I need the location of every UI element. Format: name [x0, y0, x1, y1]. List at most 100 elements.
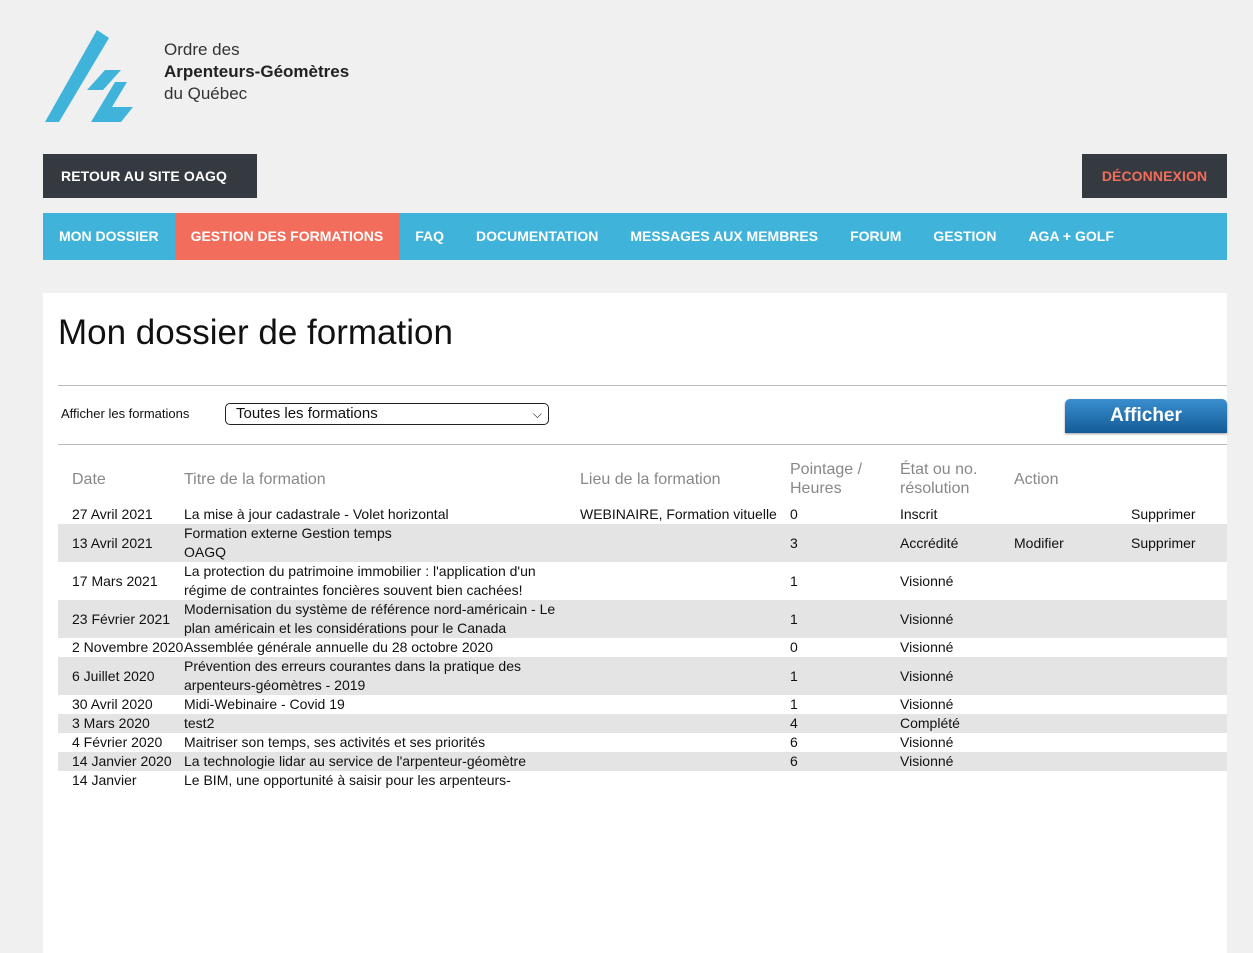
logo-line-3: du Québec	[164, 84, 248, 103]
cell-titre: Maitriser son temps, ses activités et se…	[184, 734, 486, 750]
cell-delete	[1131, 714, 1227, 733]
cell-etat: Accrédité	[900, 524, 1014, 562]
cell-titre: Midi-Webinaire - Covid 19	[184, 696, 345, 712]
modify-link[interactable]: Modifier	[1014, 524, 1131, 562]
cell-delete	[1131, 657, 1227, 695]
cell-titre: La protection du patrimoine immobilier :…	[184, 563, 536, 598]
cell-pointage: 0	[790, 506, 798, 522]
cell-pointage: 4	[790, 714, 900, 733]
table-row: 23 Février 2021 Modernisation du système…	[58, 600, 1227, 638]
cell-pointage: 3	[790, 524, 900, 562]
nav-item-messages-aux-membres[interactable]: MESSAGES AUX MEMBRES	[614, 213, 834, 260]
cell-lieu	[580, 562, 790, 600]
cell-etat: Visionné	[900, 572, 954, 589]
header-titre: Titre de la formation	[184, 470, 326, 488]
cell-lieu	[580, 733, 790, 752]
cell-pointage: 1	[790, 572, 798, 589]
cell-lieu	[580, 638, 790, 657]
cell-pointage: 0	[790, 639, 798, 655]
cell-lieu	[580, 524, 790, 562]
cell-delete	[1131, 562, 1227, 600]
logo-wordmark: Ordre des Arpenteurs-Géomètres du Québec	[164, 39, 349, 105]
cell-etat: Visionné	[900, 734, 954, 750]
header-lieu: Lieu de la formation	[580, 470, 721, 488]
cell-etat: Visionné	[900, 600, 1014, 638]
nav-item-forum[interactable]: FORUM	[834, 213, 917, 260]
cell-etat: Visionné	[900, 639, 954, 655]
cell-titre: La mise à jour cadastrale - Volet horizo…	[184, 506, 449, 522]
show-button[interactable]: Afficher	[1065, 399, 1227, 433]
cell-action	[1014, 600, 1131, 638]
cell-titre: Formation externe Gestion temps OAGQ	[184, 524, 580, 562]
cell-delete	[1131, 752, 1227, 771]
cell-etat: Visionné	[900, 752, 1014, 771]
divider	[58, 385, 1227, 386]
cell-delete	[1131, 733, 1227, 752]
cell-date: 3 Mars 2020	[58, 714, 184, 733]
nav-item-aga-golf[interactable]: AGA + GOLF	[1012, 213, 1129, 260]
table-row: 6 Juillet 2020 Prévention des erreurs co…	[58, 657, 1227, 695]
chevron-down-icon: ⌵	[532, 407, 542, 421]
cell-etat: Visionné	[900, 657, 1014, 695]
cell-delete	[1131, 600, 1227, 638]
cell-titre: Prévention des erreurs courantes dans la…	[184, 657, 580, 695]
cell-date: 4 Février 2020	[72, 734, 163, 750]
formations-filter-select[interactable]: Toutes les formations ⌵	[225, 403, 549, 425]
cell-pointage: 6	[790, 734, 798, 750]
table-row: 2 Novembre 2020 Assemblée générale annue…	[58, 638, 1227, 657]
cell-action	[1014, 714, 1131, 733]
nav-item-mon-dossier[interactable]: MON DOSSIER	[43, 213, 175, 260]
cell-date: 2 Novembre 2020	[72, 639, 184, 655]
logo-line-1: Ordre des	[164, 40, 240, 59]
status-badge: Inscrit	[900, 506, 938, 522]
cell-date: 6 Juillet 2020	[58, 657, 184, 695]
nav-item-documentation[interactable]: DOCUMENTATION	[460, 213, 614, 260]
cell-titre: test2	[184, 714, 580, 733]
cell-action	[1014, 562, 1131, 600]
page-title: Mon dossier de formation	[58, 313, 453, 352]
cell-date: 23 Février 2021	[58, 600, 184, 638]
cell-date: 17 Mars 2021	[72, 572, 158, 589]
cell-date: 27 Avril 2021	[72, 506, 153, 522]
cell-action	[1014, 638, 1131, 657]
cell-delete	[1131, 638, 1227, 657]
table-row: 14 Janvier Le BIM, une opportunité à sai…	[58, 771, 1227, 790]
main-nav: MON DOSSIER GESTION DES FORMATIONS FAQ D…	[43, 213, 1227, 260]
cell-etat: Visionné	[900, 696, 954, 712]
cell-action	[1014, 771, 1131, 790]
header-pointage: Pointage / Heures	[790, 461, 863, 497]
cell-titre: La technologie lidar au service de l'arp…	[184, 752, 580, 771]
table-row: 17 Mars 2021 La protection du patrimoine…	[58, 562, 1227, 600]
cell-pointage: 1	[790, 657, 900, 695]
nav-item-gestion-des-formations[interactable]: GESTION DES FORMATIONS	[174, 213, 400, 260]
cell-date: 30 Avril 2020	[72, 696, 153, 712]
cell-pointage: 1	[790, 600, 900, 638]
oagq-logo[interactable]: Ordre des Arpenteurs-Géomètres du Québec	[45, 30, 425, 125]
formations-table: Date Titre de la formation Lieu de la fo…	[58, 453, 1227, 790]
content-panel: Mon dossier de formation Afficher les fo…	[43, 293, 1227, 953]
delete-link[interactable]: Supprimer	[1131, 505, 1227, 524]
cell-date: 14 Janvier	[72, 772, 137, 788]
table-row: 30 Avril 2020 Midi-Webinaire - Covid 19 …	[58, 695, 1227, 714]
table-body: 27 Avril 2021 La mise à jour cadastrale …	[58, 505, 1227, 790]
nav-item-gestion[interactable]: GESTION	[917, 213, 1012, 260]
logout-button[interactable]: DÉCONNEXION	[1082, 154, 1227, 198]
cell-lieu	[580, 714, 790, 733]
filter-selected-value: Toutes les formations	[236, 405, 378, 422]
cell-pointage: 6	[790, 752, 900, 771]
header-action: Action	[1014, 470, 1059, 488]
cell-lieu	[580, 695, 790, 714]
cell-lieu	[580, 657, 790, 695]
cell-action	[1014, 505, 1131, 524]
table-row: 3 Mars 2020 test2 4 Complété	[58, 714, 1227, 733]
cell-delete	[1131, 771, 1227, 790]
cell-etat	[900, 771, 1014, 790]
delete-link[interactable]: Supprimer	[1131, 524, 1227, 562]
filter-label: Afficher les formations	[61, 406, 190, 421]
cell-pointage	[790, 771, 900, 790]
back-to-site-button[interactable]: RETOUR AU SITE OAGQ	[43, 154, 257, 198]
nav-item-faq[interactable]: FAQ	[399, 213, 460, 260]
cell-date: 14 Janvier 2020	[58, 752, 184, 771]
cell-action	[1014, 657, 1131, 695]
divider	[58, 444, 1227, 445]
